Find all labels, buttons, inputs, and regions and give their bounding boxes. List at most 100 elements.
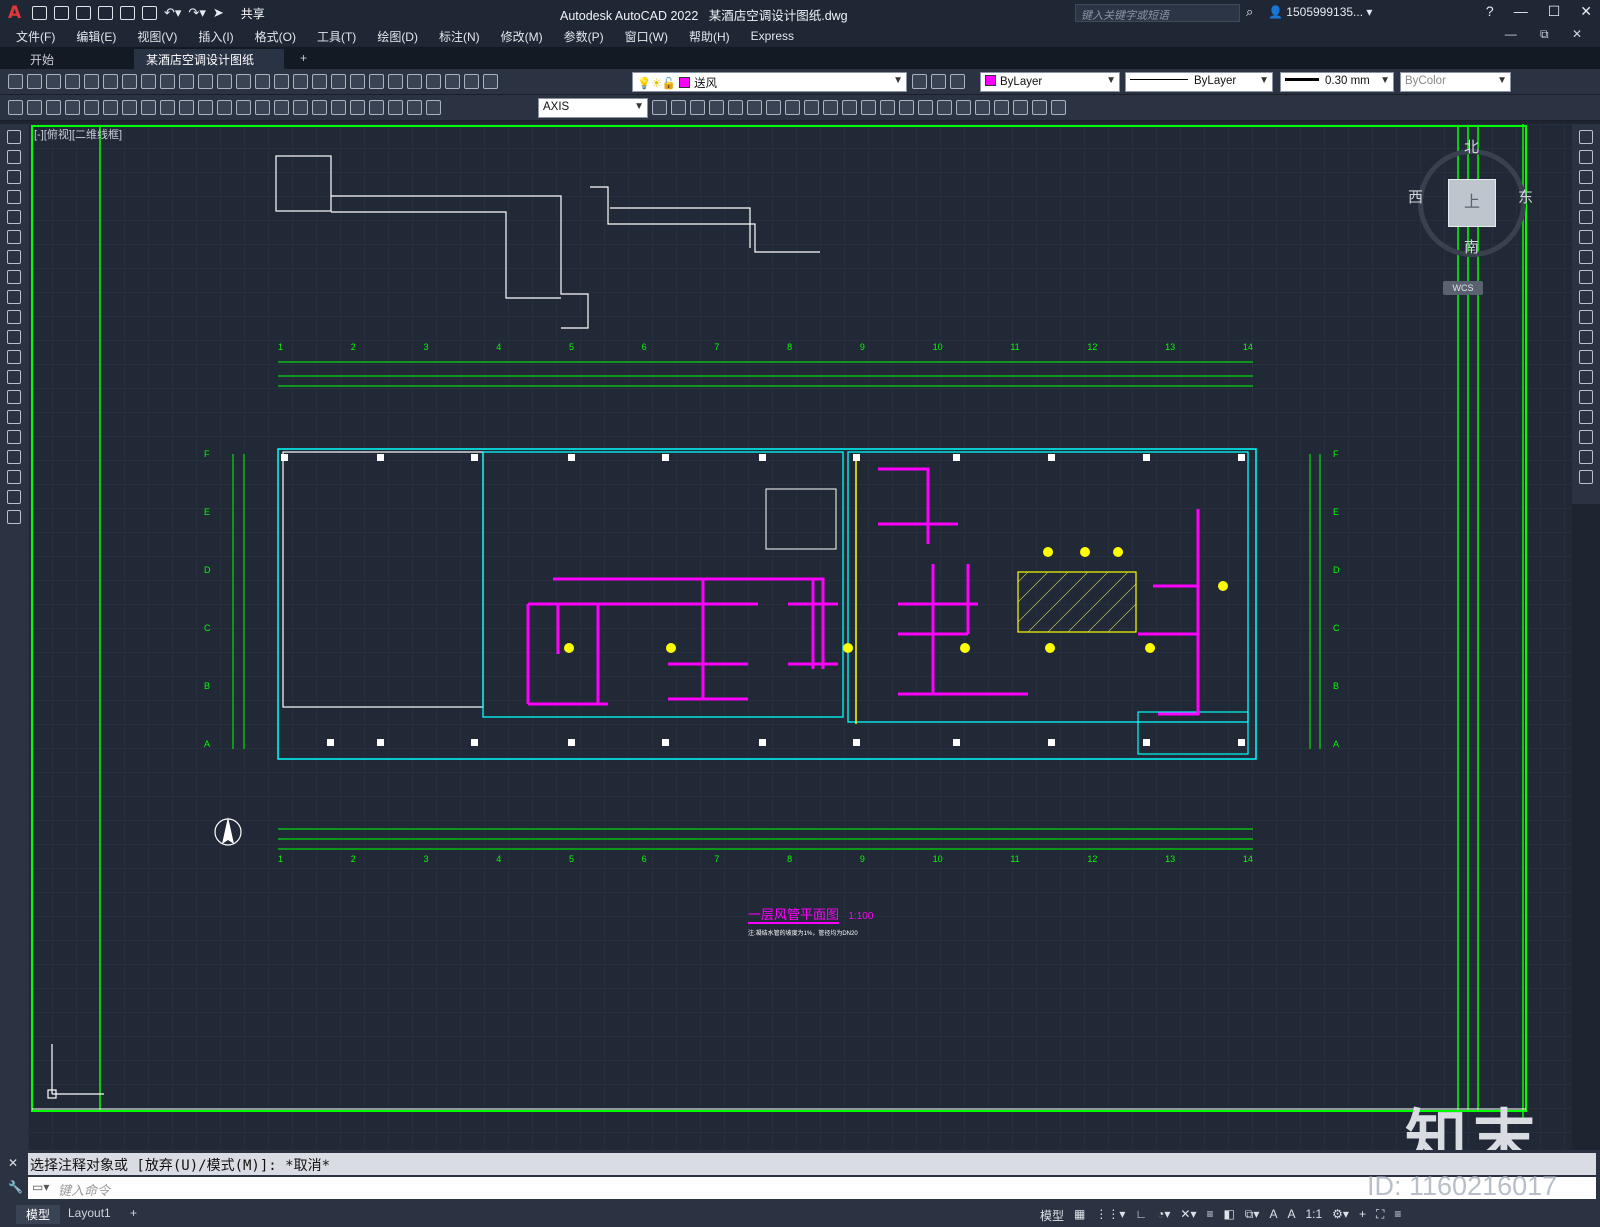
arc-icon[interactable] bbox=[7, 230, 21, 244]
chamfer-icon[interactable] bbox=[1579, 410, 1593, 424]
viewcube-south[interactable]: 南 bbox=[1464, 236, 1479, 257]
add-selected-icon[interactable] bbox=[7, 510, 21, 524]
break-point-icon[interactable] bbox=[1579, 350, 1593, 364]
quick-dim-icon[interactable] bbox=[217, 100, 232, 115]
color-dropdown[interactable]: ByLayer ▼ bbox=[980, 72, 1120, 92]
block-icon[interactable] bbox=[217, 74, 232, 89]
unisolate-icon[interactable] bbox=[1051, 100, 1066, 115]
spline-icon[interactable] bbox=[7, 290, 21, 304]
maximize-icon[interactable]: ☐ bbox=[1548, 3, 1561, 20]
new-icon[interactable] bbox=[8, 74, 23, 89]
transparency-icon[interactable]: ◧ bbox=[1224, 1207, 1235, 1224]
construction-line-icon[interactable] bbox=[7, 150, 21, 164]
open-icon[interactable] bbox=[54, 6, 69, 20]
match-icon[interactable] bbox=[198, 74, 213, 89]
viewcube-west[interactable]: 西 bbox=[1408, 186, 1423, 207]
model-space-toggle[interactable]: 模型 bbox=[1040, 1207, 1064, 1224]
make-current-icon[interactable] bbox=[912, 74, 927, 89]
close-command-icon[interactable]: ✕ bbox=[8, 1156, 18, 1170]
print-icon[interactable] bbox=[142, 6, 157, 20]
layer-dropdown[interactable]: 💡☀🔓 送风 ▼ bbox=[632, 72, 907, 92]
radius-dim-icon[interactable] bbox=[141, 100, 156, 115]
dimstyle-dropdown[interactable]: AXIS ▼ bbox=[538, 98, 648, 118]
group-select-icon[interactable] bbox=[728, 100, 743, 115]
markup-icon[interactable] bbox=[426, 74, 441, 89]
join-icon[interactable] bbox=[1579, 390, 1593, 404]
insert-block-icon[interactable] bbox=[747, 100, 762, 115]
inspect-icon[interactable] bbox=[350, 100, 365, 115]
grid-icon[interactable]: ▦ bbox=[1074, 1207, 1085, 1224]
ellipse-icon[interactable] bbox=[7, 310, 21, 324]
arc-dim-icon[interactable] bbox=[103, 100, 118, 115]
erase-icon[interactable] bbox=[1579, 130, 1593, 144]
hatch-icon[interactable] bbox=[7, 410, 21, 424]
draworder-icon[interactable] bbox=[861, 100, 876, 115]
polygon-icon[interactable] bbox=[7, 190, 21, 204]
add-layout-button[interactable]: + bbox=[120, 1205, 147, 1221]
pan-icon[interactable] bbox=[274, 74, 289, 89]
below-object-icon[interactable] bbox=[937, 100, 952, 115]
continue-dim-icon[interactable] bbox=[255, 100, 270, 115]
properties-icon[interactable] bbox=[350, 74, 365, 89]
tab-document[interactable]: 某酒店空调设计图纸*✕ bbox=[134, 49, 284, 82]
explode-icon[interactable] bbox=[1579, 470, 1593, 484]
layer-state-icon[interactable] bbox=[950, 74, 965, 89]
minimize-icon[interactable]: — bbox=[1514, 3, 1528, 20]
ole-icon[interactable] bbox=[842, 100, 857, 115]
layer-previous-icon[interactable] bbox=[931, 74, 946, 89]
zoom-window-icon[interactable] bbox=[312, 74, 327, 89]
print-icon[interactable] bbox=[65, 74, 80, 89]
annotation-scale-icon[interactable]: A bbox=[1287, 1207, 1295, 1224]
search-input[interactable]: 键入关键字或短语 bbox=[1075, 4, 1240, 22]
preview-icon[interactable] bbox=[84, 74, 99, 89]
selection-cycling-icon[interactable]: ⧉▾ bbox=[1245, 1207, 1260, 1224]
menu-parametric[interactable]: 参数(P) bbox=[564, 28, 604, 45]
undo-icon[interactable] bbox=[236, 74, 251, 89]
text-front-icon[interactable] bbox=[956, 100, 971, 115]
bring-front-icon[interactable] bbox=[880, 100, 895, 115]
circle-icon[interactable] bbox=[7, 250, 21, 264]
group-edit-icon[interactable] bbox=[709, 100, 724, 115]
menu-draw[interactable]: 绘图(D) bbox=[377, 28, 418, 45]
menu-file[interactable]: 文件(F) bbox=[16, 28, 55, 45]
menu-insert[interactable]: 插入(I) bbox=[198, 28, 233, 45]
linear-dim-icon[interactable] bbox=[65, 100, 80, 115]
scale-icon[interactable] bbox=[1579, 270, 1593, 284]
point-icon[interactable] bbox=[7, 390, 21, 404]
ortho-icon[interactable]: ∟ bbox=[1135, 1207, 1147, 1224]
tab-start[interactable]: 开始 bbox=[18, 49, 132, 69]
jogged-linear-icon[interactable] bbox=[369, 100, 384, 115]
plotstyle-dropdown[interactable]: ByColor ▼ bbox=[1400, 72, 1511, 92]
osnap-icon[interactable]: ✕▾ bbox=[1180, 1207, 1196, 1224]
share-icon[interactable]: ➤ bbox=[213, 5, 224, 21]
table-icon[interactable] bbox=[7, 470, 21, 484]
revcloud-icon[interactable] bbox=[7, 270, 21, 284]
save-as-icon[interactable] bbox=[98, 6, 113, 20]
gradient-icon[interactable] bbox=[7, 430, 21, 444]
trim-icon[interactable] bbox=[1579, 310, 1593, 324]
move-icon[interactable] bbox=[1579, 230, 1593, 244]
jogged-dim-icon[interactable] bbox=[160, 100, 175, 115]
send-back-icon[interactable] bbox=[899, 100, 914, 115]
dim-front-icon[interactable] bbox=[975, 100, 990, 115]
layer-properties-icon[interactable] bbox=[483, 74, 498, 89]
help-icon[interactable]: ? bbox=[1486, 3, 1494, 20]
break-icon[interactable] bbox=[1579, 370, 1593, 384]
tab-model[interactable]: 模型 bbox=[16, 1205, 61, 1224]
line-icon[interactable] bbox=[7, 130, 21, 144]
lineweight-icon[interactable]: ≡ bbox=[1207, 1207, 1214, 1224]
tolerance-icon[interactable] bbox=[312, 100, 327, 115]
mtext-icon[interactable] bbox=[7, 490, 21, 504]
close-icon[interactable]: ✕ bbox=[1580, 3, 1592, 20]
add-icon[interactable]: + bbox=[1359, 1207, 1366, 1224]
xref-icon[interactable] bbox=[804, 100, 819, 115]
lineweight-dropdown[interactable]: 0.30 mm ▼ bbox=[1280, 72, 1394, 92]
autocad-logo-icon[interactable]: A bbox=[8, 4, 26, 22]
diameter-dim-icon[interactable] bbox=[179, 100, 194, 115]
blend-icon[interactable] bbox=[1579, 450, 1593, 464]
viewcube-top-face[interactable]: 上 bbox=[1448, 179, 1496, 227]
menu-tools[interactable]: 工具(T) bbox=[317, 28, 356, 45]
insert-block-icon[interactable] bbox=[7, 350, 21, 364]
customize-icon[interactable]: 🔧 bbox=[8, 1180, 23, 1194]
help-icon[interactable] bbox=[464, 74, 479, 89]
